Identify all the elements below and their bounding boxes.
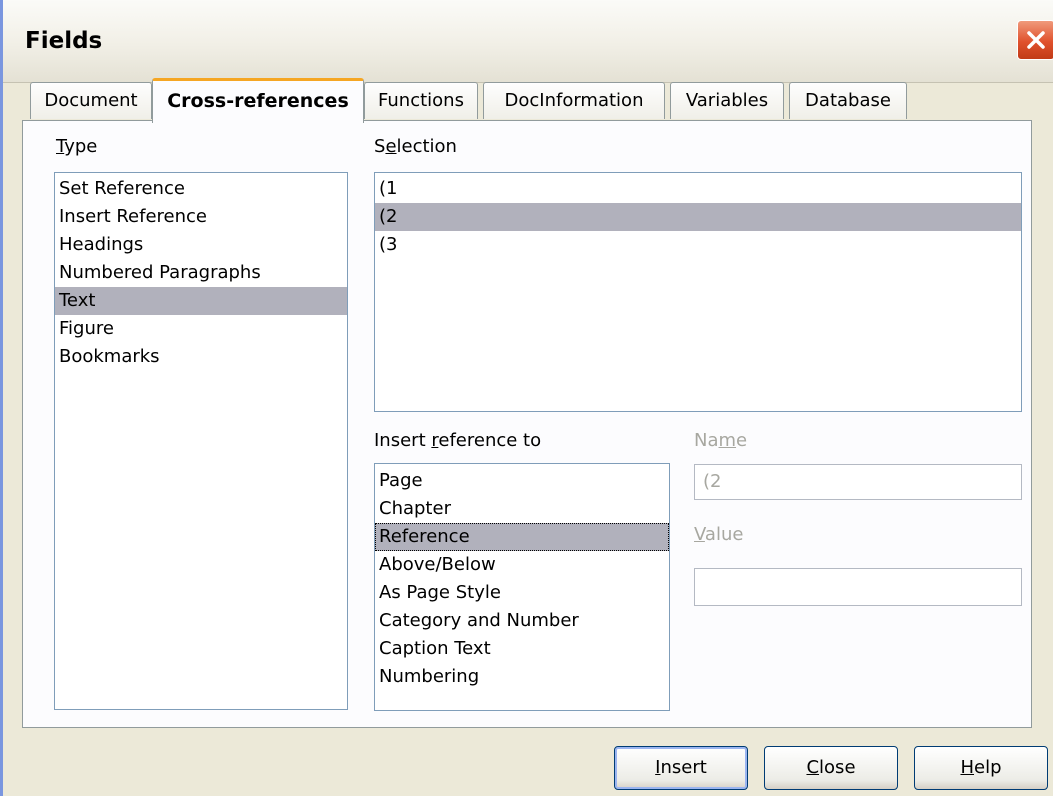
value-field[interactable]	[694, 568, 1022, 606]
label-part: alue	[704, 524, 744, 545]
tab-variables[interactable]: Variables	[670, 82, 784, 119]
button-label: lose	[819, 757, 856, 778]
name-field[interactable]: (2	[694, 464, 1022, 500]
insert-button[interactable]: Insert	[614, 746, 748, 790]
mnemonic: H	[960, 757, 975, 778]
selection-label: Selection	[374, 136, 457, 157]
label-part: e	[736, 430, 748, 451]
tab-label: Cross-references	[167, 90, 349, 112]
name-label: Name	[694, 430, 747, 451]
list-item[interactable]: Category and Number	[375, 607, 669, 635]
list-item[interactable]: Page	[375, 467, 669, 495]
title-bar[interactable]: Fields	[3, 0, 1053, 83]
list-item[interactable]: Set Reference	[55, 175, 347, 203]
dialog-title: Fields	[25, 28, 103, 54]
close-icon	[1027, 31, 1045, 49]
label-part: ype	[64, 136, 98, 157]
close-button[interactable]: Close	[764, 746, 898, 790]
value-label: Value	[694, 524, 743, 545]
label-part: Na	[694, 430, 719, 451]
mnemonic: T	[56, 136, 65, 157]
list-item[interactable]: (2	[375, 203, 1021, 231]
help-button[interactable]: Help	[914, 746, 1048, 790]
label-part: eference to	[438, 430, 542, 451]
list-item[interactable]: Text	[55, 287, 347, 315]
mnemonic: V	[694, 524, 705, 545]
tab-label: Database	[805, 90, 891, 111]
mnemonic: m	[718, 430, 737, 451]
list-item[interactable]: Figure	[55, 315, 347, 343]
tab-label: Functions	[378, 90, 464, 111]
list-item[interactable]: Caption Text	[375, 635, 669, 663]
window-border	[0, 0, 3, 796]
type-label: Type	[56, 136, 97, 157]
tab-document[interactable]: Document	[30, 82, 152, 119]
tab-label: Document	[44, 90, 138, 111]
list-item[interactable]: Headings	[55, 231, 347, 259]
selection-listbox[interactable]: (1 (2 (3	[374, 172, 1022, 412]
label-part: S	[374, 136, 386, 157]
list-item[interactable]: As Page Style	[375, 579, 669, 607]
tab-docinformation[interactable]: DocInformation	[483, 82, 665, 119]
list-item[interactable]: Chapter	[375, 495, 669, 523]
insert-reference-label: Insert reference to	[374, 430, 541, 451]
insert-reference-listbox[interactable]: Page Chapter Reference Above/Below As Page S…	[374, 463, 670, 711]
tab-cross-references[interactable]: Cross-references	[152, 78, 364, 123]
list-item[interactable]: (1	[375, 175, 1021, 203]
label-part: Insert	[374, 430, 432, 451]
list-item[interactable]: Above/Below	[375, 551, 669, 579]
button-label: elp	[974, 757, 1002, 778]
label-part: lection	[396, 136, 457, 157]
list-item[interactable]: Reference	[375, 523, 669, 551]
button-label: nsert	[660, 757, 707, 778]
fields-dialog: Fields Document Cross-references Functio…	[0, 0, 1053, 796]
type-listbox[interactable]: Set Reference Insert Reference Headings Num…	[54, 172, 348, 710]
tab-functions[interactable]: Functions	[364, 82, 478, 119]
mnemonic: C	[806, 757, 820, 778]
tab-label: DocInformation	[504, 90, 644, 111]
close-window-button[interactable]	[1017, 20, 1053, 60]
list-item[interactable]: Numbered Paragraphs	[55, 259, 347, 287]
tab-label: Variables	[685, 90, 769, 111]
mnemonic: e	[385, 136, 397, 157]
list-item[interactable]: (3	[375, 231, 1021, 259]
tab-bar: Document Cross-references Functions DocI…	[22, 78, 1032, 123]
list-item[interactable]: Bookmarks	[55, 343, 347, 371]
list-item[interactable]: Insert Reference	[55, 203, 347, 231]
list-item[interactable]: Numbering	[375, 663, 669, 691]
tab-database[interactable]: Database	[789, 82, 907, 119]
